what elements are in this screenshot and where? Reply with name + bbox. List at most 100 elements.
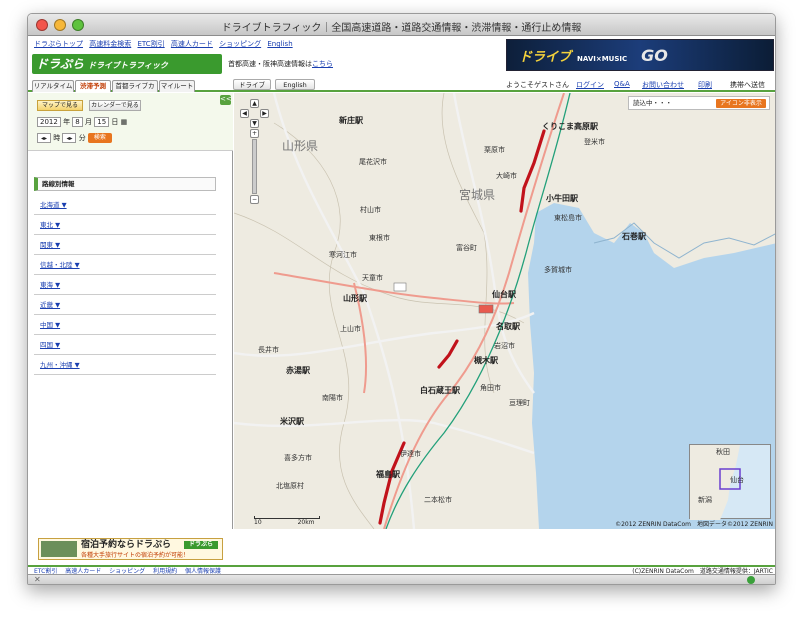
contact-link[interactable]: お問い合わせ	[642, 80, 684, 90]
view-on-map-button[interactable]: マップで見る	[37, 100, 83, 111]
station-label: 白石蔵王駅	[420, 386, 460, 395]
city-label: 尾花沢市	[359, 158, 387, 166]
station-label: 石巻駅	[622, 232, 646, 241]
hotel-banner[interactable]: 宿泊予約ならドラぷら 各種大手旅行サイトの宿泊予約が可能！ ドラぷら	[38, 538, 223, 560]
city-label: 登米市	[584, 138, 605, 146]
region-chugoku[interactable]: 中国 ▼	[34, 315, 216, 335]
city-label: 東根市	[369, 234, 390, 242]
city-label: 二本松市	[424, 496, 452, 504]
banner-title: ドライブ	[519, 50, 572, 65]
pan-left-icon[interactable]: ◀	[240, 109, 249, 118]
region-shikoku[interactable]: 四国 ▼	[34, 335, 216, 355]
view-calendar-button[interactable]: カレンダーで見る	[89, 100, 141, 111]
region-hokkaido[interactable]: 北海道 ▼	[34, 195, 216, 215]
region-tokai[interactable]: 東海 ▼	[34, 275, 216, 295]
route-info-header: 路線別情報	[34, 177, 216, 191]
status-indicator-icon	[747, 576, 755, 584]
traffic-map[interactable]: 山形県 宮城県 新庄駅 くりこま高原駅 小牛田駅 石巻駅 山形駅 仙台駅 名取駅…	[234, 93, 775, 529]
notice-link[interactable]: こちら	[312, 60, 333, 68]
tab-live-camera[interactable]: 首都ライブカメラ	[112, 80, 158, 101]
hotel-banner-logo: ドラぷら	[184, 541, 218, 549]
hotel-banner-title: 宿泊予約ならドラぷら	[81, 540, 172, 550]
region-tohoku[interactable]: 東北 ▼	[34, 215, 216, 235]
pan-up-icon[interactable]: ▲	[250, 99, 259, 108]
banner-sub: NAVI×MUSIC	[577, 55, 628, 63]
hotel-thumbnail	[41, 541, 77, 557]
login-link[interactable]: ログイン	[576, 80, 604, 90]
tab-my-route[interactable]: マイルート	[159, 80, 195, 92]
title-bar: ドライブトラフィック｜全国高速道路・道路交通情報・渋滞情報・通行止め情報	[28, 14, 775, 36]
print-link[interactable]: 印刷	[698, 80, 712, 90]
search-button[interactable]: 検索	[87, 133, 112, 143]
ad-banner[interactable]: ドライブ NAVI×MUSIC GO	[506, 39, 774, 71]
map-highways	[273, 93, 565, 529]
calendar-icon[interactable]: ▦	[121, 118, 128, 126]
notice-text: 首都高速・阪神高速情報は	[228, 60, 312, 68]
english-button[interactable]: English	[275, 79, 315, 90]
welcome-text: ようこそゲストさん	[506, 81, 569, 89]
year-field[interactable]: 2012	[37, 117, 61, 127]
city-label: 富谷町	[456, 244, 477, 252]
city-label: 天童市	[362, 274, 383, 282]
pan-down-icon[interactable]: ▼	[250, 119, 259, 128]
drive-button[interactable]: ドライブ	[233, 79, 271, 90]
month-field[interactable]: 8	[72, 117, 83, 127]
city-label: 寒河江市	[329, 251, 357, 259]
month-unit: 月	[85, 118, 92, 126]
top-link-shopping[interactable]: ショッピング	[219, 40, 261, 48]
station-label: 新庄駅	[339, 116, 363, 125]
tab-realtime[interactable]: リアルタイム	[32, 80, 74, 92]
region-kinki[interactable]: 近畿 ▼	[34, 295, 216, 315]
top-link-toll-search[interactable]: 高速料金検索	[89, 40, 131, 48]
region-kyushu-okinawa[interactable]: 九州・沖縄 ▼	[34, 355, 216, 375]
scale-label: 20km	[297, 519, 315, 526]
region-shinetsu-hokuriku[interactable]: 信越・北陸 ▼	[34, 255, 216, 275]
scale-labels: 10 20km	[254, 519, 315, 526]
city-label: 栗原市	[484, 146, 505, 154]
hour-picker[interactable]: ◂▸	[37, 133, 51, 143]
station-label: 山形駅	[343, 294, 367, 303]
city-label: 南陽市	[322, 394, 343, 402]
top-link-dorapura[interactable]: ドラぷらトップ	[34, 40, 83, 48]
city-label: 角田市	[480, 384, 501, 392]
city-label: 東松島市	[554, 214, 582, 222]
collapse-sidebar-button[interactable]: <<	[220, 95, 232, 105]
minute-picker[interactable]: ◂▸	[62, 133, 77, 143]
hotel-banner-sub: 各種大手旅行サイトの宿泊予約が可能！	[81, 552, 190, 559]
site-logo[interactable]: ドラぷら ドライブトラフィック	[32, 54, 222, 74]
top-links: ドラぷらトップ 高速料金検索 ETC割引 高速人カード ショッピング Engli…	[34, 39, 297, 49]
scale-label: 10	[254, 519, 262, 526]
hour-unit: 時	[53, 134, 61, 142]
city-label: 上山市	[340, 325, 361, 333]
close-icon[interactable]: ✕	[34, 575, 41, 584]
qa-link[interactable]: Q&A	[614, 80, 630, 88]
city-label: 村山市	[360, 206, 381, 214]
station-label: 福島駅	[376, 470, 400, 479]
top-link-card[interactable]: 高速人カード	[171, 40, 213, 48]
city-label: 伊達市	[400, 450, 421, 458]
hide-icons-button[interactable]: アイコン非表示	[716, 99, 766, 108]
top-link-english[interactable]: English	[267, 40, 292, 48]
overview-label: 仙台	[730, 476, 744, 484]
window-title: ドライブトラフィック｜全国高速道路・道路交通情報・渋滞情報・通行止め情報	[221, 23, 582, 34]
sidebar: << マップで見る カレンダーで見る 2012 年 8 月 15 日 ▦ ◂▸ …	[28, 93, 233, 529]
city-label: 喜多方市	[284, 454, 312, 462]
station-label: 小牛田駅	[546, 194, 578, 203]
city-label: 長井市	[258, 346, 279, 354]
date-selector: 2012 年 8 月 15 日 ▦	[37, 117, 127, 127]
city-label: 亘理町	[509, 399, 530, 407]
station-label: 米沢駅	[280, 417, 304, 426]
zoom-slider[interactable]	[252, 139, 257, 194]
mobile-send-link[interactable]: 携帯へ送信	[730, 80, 765, 90]
overview-map[interactable]: 秋田 新潟 仙台	[689, 444, 771, 520]
city-label: 北塩原村	[276, 482, 304, 490]
tab-congestion-forecast[interactable]: 渋滞予測	[75, 80, 111, 92]
top-link-etc[interactable]: ETC割引	[137, 40, 164, 48]
time-selector: ◂▸ 時 ◂▸ 分 検索	[37, 133, 112, 143]
pan-right-icon[interactable]: ▶	[260, 109, 269, 118]
day-field[interactable]: 15	[94, 117, 110, 127]
region-kanto[interactable]: 関東 ▼	[34, 235, 216, 255]
zoom-out-icon[interactable]: −	[250, 195, 259, 204]
city-label: 多賀城市	[544, 266, 572, 274]
zoom-in-icon[interactable]: +	[250, 129, 259, 138]
